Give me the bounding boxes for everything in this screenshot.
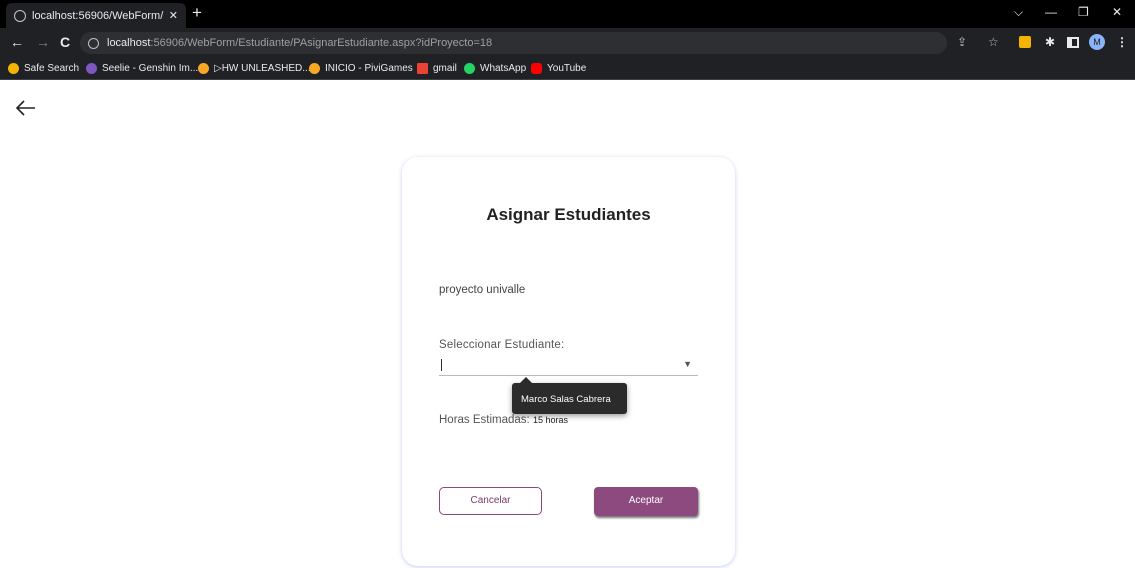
- profile-avatar[interactable]: M: [1089, 34, 1105, 50]
- bookmark-label: YouTube: [547, 63, 587, 74]
- whatsapp-icon: [464, 63, 475, 74]
- assign-students-card: Asignar Estudiantes proyecto univalle Se…: [402, 157, 735, 566]
- browser-tab-strip: localhost:56906/WebForm/Estud ✕ + ⌵ — ❐ …: [0, 0, 1135, 28]
- estimated-hours: Horas Estimadas: 15 horas: [439, 414, 568, 426]
- bookmark-label: WhatsApp: [480, 63, 527, 74]
- tab-title: localhost:56906/WebForm/Estud: [32, 9, 164, 22]
- pivigames-icon: [309, 63, 320, 74]
- accept-button[interactable]: Aceptar: [594, 487, 698, 516]
- bookmark-item[interactable]: WhatsApp: [464, 63, 526, 74]
- bookmark-label: ▷HW UNLEASHED...: [214, 63, 311, 74]
- extensions-icon[interactable]: ✱: [1045, 35, 1055, 49]
- estimated-hours-label: Horas Estimadas:: [439, 414, 530, 426]
- bookmark-label: gmail: [433, 63, 457, 74]
- select-student-label: Seleccionar Estudiante:: [439, 339, 565, 351]
- seelie-icon: [86, 63, 97, 74]
- bookmark-item[interactable]: Seelie - Genshin Im...: [86, 63, 198, 74]
- dropdown-arrow-icon[interactable]: ▼: [683, 359, 692, 369]
- bookmark-label: Safe Search: [24, 63, 80, 74]
- close-window-button[interactable]: ✕: [1112, 5, 1122, 19]
- tab-close-icon[interactable]: ✕: [169, 9, 178, 22]
- project-name: proyecto univalle: [439, 284, 526, 296]
- tooltip-pointer: [520, 377, 532, 383]
- hw-unleashed-icon: [198, 63, 209, 74]
- bookmarks-bar: Safe Search Seelie - Genshin Im... ▷HW U…: [0, 58, 1135, 80]
- minimize-button[interactable]: —: [1045, 5, 1057, 19]
- bookmark-item[interactable]: YouTube: [531, 63, 586, 74]
- safe-search-icon: [8, 63, 19, 74]
- new-tab-button[interactable]: +: [192, 4, 202, 22]
- url-host: localhost: [107, 37, 151, 49]
- text-caret: [441, 359, 442, 371]
- star-icon[interactable]: ☆: [988, 35, 999, 49]
- page-title: Asignar Estudiantes: [486, 205, 651, 224]
- globe-icon: [14, 9, 26, 22]
- share-icon[interactable]: ⇪: [957, 35, 967, 49]
- cancel-button[interactable]: Cancelar: [439, 487, 542, 515]
- student-tooltip: Marco Salas Cabrera: [512, 377, 627, 414]
- youtube-icon: [531, 63, 542, 74]
- browser-toolbar: ← → C localhost :56906/WebForm/Estudiant…: [0, 28, 1135, 58]
- address-bar[interactable]: localhost :56906/WebForm/Estudiante/PAsi…: [80, 32, 947, 54]
- gmail-icon: [417, 63, 428, 74]
- side-panel-icon[interactable]: [1067, 37, 1079, 48]
- student-select[interactable]: ▼: [439, 356, 698, 376]
- url-path: :56906/WebForm/Estudiante/PAsignarEstudi…: [150, 37, 493, 49]
- browser-tab-active[interactable]: localhost:56906/WebForm/Estud ✕: [6, 3, 186, 28]
- estimated-hours-value: 15 horas: [532, 415, 568, 425]
- back-arrow-icon[interactable]: [14, 96, 38, 120]
- tab-search-icon[interactable]: ⌵: [1014, 5, 1023, 20]
- bookmark-item[interactable]: INICIO - PiviGames: [309, 63, 413, 74]
- tooltip-text: Marco Salas Cabrera: [521, 394, 611, 405]
- kebab-menu-icon[interactable]: ⋮: [1116, 35, 1128, 49]
- bookmark-item[interactable]: Safe Search: [8, 63, 79, 74]
- bookmark-label: INICIO - PiviGames: [325, 63, 413, 74]
- site-info-icon[interactable]: [88, 37, 99, 49]
- bookmark-label: Seelie - Genshin Im...: [102, 63, 199, 74]
- reload-icon[interactable]: C: [60, 34, 70, 50]
- extension-icon[interactable]: [1019, 36, 1031, 48]
- forward-nav-button[interactable]: →: [36, 34, 50, 50]
- back-nav-button[interactable]: ←: [10, 34, 24, 50]
- restore-button[interactable]: ❐: [1078, 5, 1089, 19]
- bookmark-item[interactable]: ▷HW UNLEASHED...: [198, 63, 311, 74]
- bookmark-item[interactable]: gmail: [417, 63, 457, 74]
